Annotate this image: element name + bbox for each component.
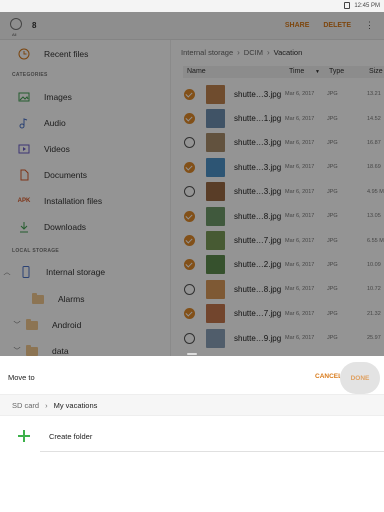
path-item-sd-card[interactable]: SD card <box>12 401 39 410</box>
path-current: My vacations <box>53 400 98 410</box>
create-folder-label: Create folder <box>49 431 93 441</box>
destination-path: SD card › My vacations <box>0 394 384 416</box>
sheet-title: Move to <box>8 373 35 382</box>
status-time: 12:45 PM <box>354 2 380 9</box>
done-label: DONE <box>350 374 370 382</box>
move-to-sheet: Move to CANCEL DONE SD card › My vacatio… <box>0 353 384 512</box>
battery-icon <box>344 2 351 9</box>
done-button[interactable]: DONE <box>340 362 380 394</box>
create-folder-button[interactable]: Create folder <box>0 422 384 450</box>
modal-scrim <box>0 12 384 356</box>
divider <box>40 451 384 452</box>
cancel-button[interactable]: CANCEL <box>315 373 342 380</box>
status-bar: 12:45 PM <box>0 0 384 12</box>
chevron-right-icon: › <box>45 400 48 410</box>
drag-handle[interactable] <box>187 353 197 355</box>
plus-icon <box>18 430 30 442</box>
